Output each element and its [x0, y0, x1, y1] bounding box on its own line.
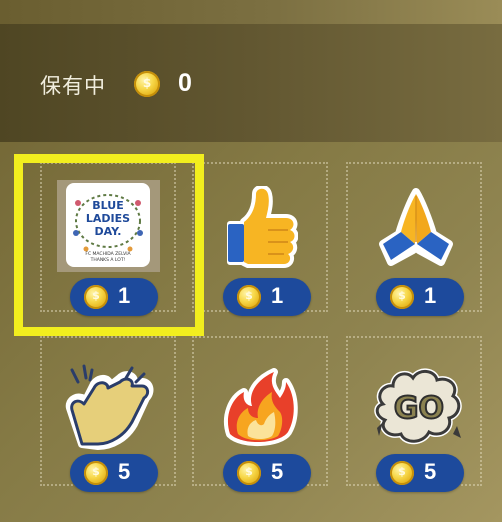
price-value: 5: [118, 459, 131, 484]
coin-symbol: $: [398, 289, 406, 302]
thumbs-cuff: [228, 224, 244, 262]
coin-symbol: $: [398, 465, 406, 478]
thumbs-up-sticker[interactable]: [222, 186, 298, 268]
price-value: 1: [424, 283, 437, 308]
price-pill: $ 1: [376, 278, 464, 316]
balance-label: 保有中: [40, 75, 106, 98]
coin-icon: $: [390, 285, 414, 309]
price-pill: $ 5: [223, 454, 311, 492]
folded-hands-sticker[interactable]: [373, 186, 459, 268]
go-burst-sticker[interactable]: GO: [373, 364, 463, 448]
price-value: 5: [424, 459, 437, 484]
coin-icon: $: [237, 285, 261, 309]
price-pill: $ 5: [376, 454, 464, 492]
coin-symbol: $: [92, 465, 100, 478]
coin-symbol: $: [245, 289, 253, 302]
price-pill: $ 1: [223, 278, 311, 316]
fire-sticker[interactable]: [222, 368, 298, 448]
price-value: 1: [271, 283, 284, 308]
clap-hand: [70, 377, 150, 446]
selected-sticker-highlight: [14, 154, 204, 336]
go-text: GO: [394, 391, 444, 426]
clapping-hands-sticker[interactable]: [64, 364, 156, 450]
coin-symbol: $: [142, 76, 152, 90]
coin-icon: $: [134, 71, 160, 97]
coin-icon: $: [84, 461, 108, 485]
coin-icon: $: [390, 461, 414, 485]
price-value: 5: [271, 459, 284, 484]
coin-symbol: $: [245, 465, 253, 478]
coin-icon: $: [237, 461, 261, 485]
balance-value: 0: [178, 69, 192, 97]
price-pill: $ 5: [70, 454, 158, 492]
top-bar: [0, 0, 502, 24]
